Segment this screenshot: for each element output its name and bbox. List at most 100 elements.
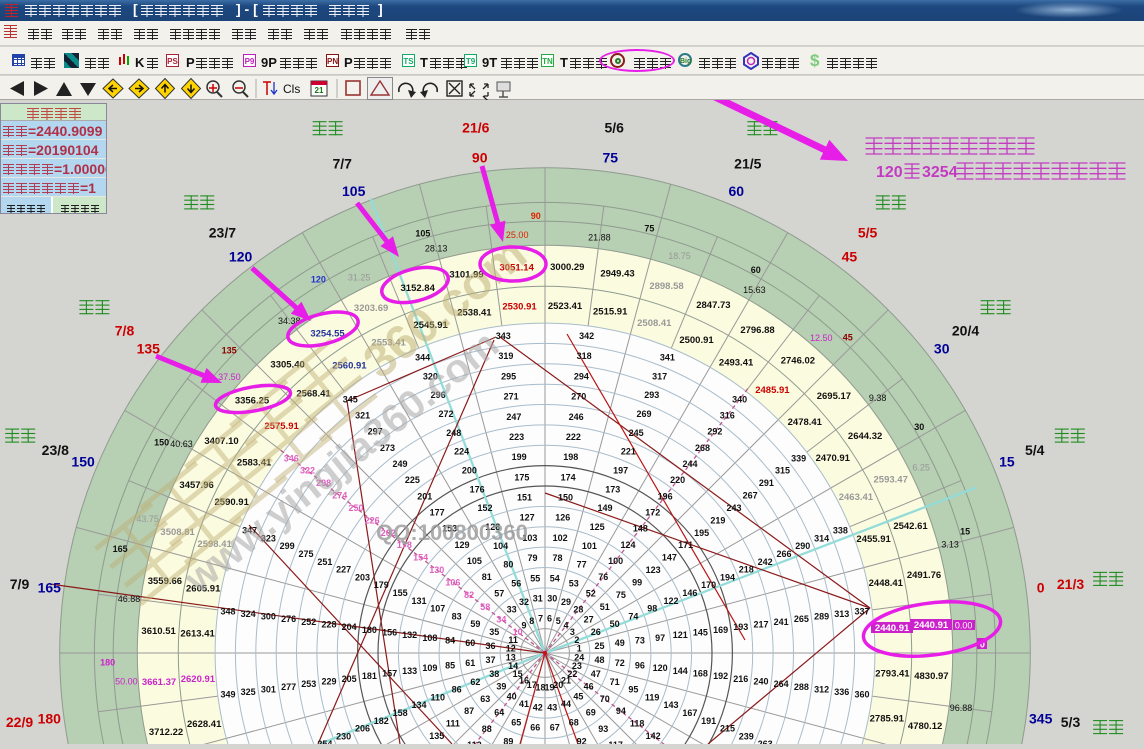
svg-text:40: 40 — [507, 692, 517, 702]
svg-text:342: 342 — [579, 331, 594, 341]
svg-text:120: 120 — [311, 274, 326, 284]
svg-text:224: 224 — [454, 447, 469, 457]
svg-text:2: 2 — [574, 635, 579, 645]
svg-text:92: 92 — [577, 736, 587, 744]
svg-text:229: 229 — [321, 676, 336, 686]
svg-text:29: 29 — [561, 597, 571, 607]
svg-text:148: 148 — [633, 524, 648, 534]
svg-text:93: 93 — [598, 724, 608, 734]
svg-text:96.88: 96.88 — [950, 703, 973, 713]
svg-text:3712.22: 3712.22 — [149, 727, 183, 738]
svg-text:181: 181 — [362, 671, 377, 681]
svg-text:58: 58 — [480, 602, 490, 612]
svg-text:23/8: 23/8 — [42, 442, 69, 458]
svg-text:46: 46 — [584, 681, 594, 691]
svg-text:219: 219 — [710, 515, 725, 525]
svg-text:21/5: 21/5 — [734, 155, 761, 171]
svg-text:266: 266 — [776, 549, 791, 559]
svg-text:23: 23 — [572, 661, 582, 671]
svg-text:30: 30 — [547, 594, 557, 604]
svg-text:49: 49 — [615, 638, 625, 648]
svg-text:107: 107 — [430, 604, 445, 614]
svg-text:168: 168 — [693, 669, 708, 679]
svg-text:157: 157 — [382, 669, 397, 679]
svg-text:120: 120 — [876, 164, 903, 181]
svg-text:2644.32: 2644.32 — [848, 431, 882, 442]
svg-text:86: 86 — [452, 685, 462, 695]
svg-text:2746.02: 2746.02 — [781, 356, 815, 367]
svg-text:247: 247 — [506, 412, 521, 422]
svg-text:197: 197 — [613, 466, 628, 476]
svg-text:46.88: 46.88 — [118, 594, 141, 604]
svg-text:2628.41: 2628.41 — [187, 719, 222, 730]
svg-text:4830.97: 4830.97 — [914, 671, 948, 682]
svg-text:5/5: 5/5 — [858, 225, 878, 241]
svg-text:4: 4 — [563, 621, 568, 631]
svg-text:317: 317 — [652, 371, 667, 381]
svg-text:206: 206 — [355, 724, 370, 734]
svg-text:182: 182 — [374, 716, 389, 726]
svg-text:105: 105 — [467, 556, 482, 566]
svg-text:3661.37: 3661.37 — [142, 677, 176, 688]
svg-text:54: 54 — [550, 573, 560, 583]
svg-text:171: 171 — [678, 540, 693, 550]
svg-text:55: 55 — [530, 573, 540, 583]
svg-text:2785.91: 2785.91 — [870, 714, 905, 725]
svg-text:44: 44 — [561, 699, 571, 709]
svg-text:132: 132 — [402, 630, 417, 640]
svg-text:243: 243 — [726, 503, 741, 513]
svg-text:15: 15 — [999, 454, 1015, 470]
svg-text:3: 3 — [570, 627, 575, 637]
svg-text:180: 180 — [100, 658, 115, 668]
svg-text:158: 158 — [393, 708, 408, 718]
svg-text:263: 263 — [758, 739, 773, 744]
svg-text:169: 169 — [713, 625, 728, 635]
svg-text:34: 34 — [496, 615, 506, 625]
svg-text:150: 150 — [558, 493, 573, 503]
svg-text:3254: 3254 — [922, 164, 958, 181]
svg-text:24: 24 — [574, 653, 584, 663]
svg-text:21/3: 21/3 — [1057, 576, 1084, 592]
svg-text:254: 254 — [317, 739, 332, 744]
svg-text:337: 337 — [854, 606, 869, 616]
svg-text:336: 336 — [834, 687, 849, 697]
svg-text:62: 62 — [470, 677, 480, 687]
svg-text:87: 87 — [464, 706, 474, 716]
svg-text:22/9: 22/9 — [6, 714, 33, 730]
svg-text:60: 60 — [751, 265, 761, 275]
svg-text:45: 45 — [842, 248, 858, 264]
svg-text:35: 35 — [489, 627, 499, 637]
svg-text:2478.41: 2478.41 — [788, 417, 823, 428]
svg-text:45: 45 — [843, 333, 853, 343]
svg-text:5/6: 5/6 — [604, 120, 624, 136]
svg-text:155: 155 — [393, 588, 408, 598]
svg-text:68: 68 — [569, 718, 579, 728]
svg-text:42: 42 — [533, 703, 543, 713]
svg-text:37: 37 — [485, 655, 495, 665]
svg-text:292: 292 — [707, 427, 722, 437]
svg-text:23/7: 23/7 — [209, 225, 236, 241]
svg-text:179: 179 — [374, 580, 389, 590]
svg-text:75: 75 — [616, 590, 626, 600]
svg-text:2515.91: 2515.91 — [593, 307, 628, 318]
svg-text:118: 118 — [630, 719, 645, 729]
svg-text:146: 146 — [682, 588, 697, 598]
svg-text:110: 110 — [431, 692, 446, 702]
svg-text:108: 108 — [422, 633, 437, 643]
svg-text:57: 57 — [494, 588, 504, 598]
svg-text:245: 245 — [629, 428, 644, 438]
svg-text:2493.41: 2493.41 — [719, 358, 754, 369]
svg-text:339: 339 — [791, 453, 806, 463]
svg-text:152: 152 — [477, 503, 492, 513]
svg-text:60: 60 — [729, 183, 745, 199]
svg-text:195: 195 — [694, 528, 709, 538]
svg-text:117: 117 — [608, 740, 623, 744]
svg-text:294: 294 — [574, 371, 589, 381]
svg-text:31: 31 — [533, 594, 543, 604]
svg-text:193: 193 — [733, 622, 748, 632]
svg-text:105: 105 — [415, 228, 430, 238]
svg-text:70: 70 — [600, 694, 610, 704]
svg-text:2508.41: 2508.41 — [637, 318, 672, 329]
svg-text:2796.88: 2796.88 — [740, 325, 774, 336]
svg-text:201: 201 — [417, 491, 432, 501]
